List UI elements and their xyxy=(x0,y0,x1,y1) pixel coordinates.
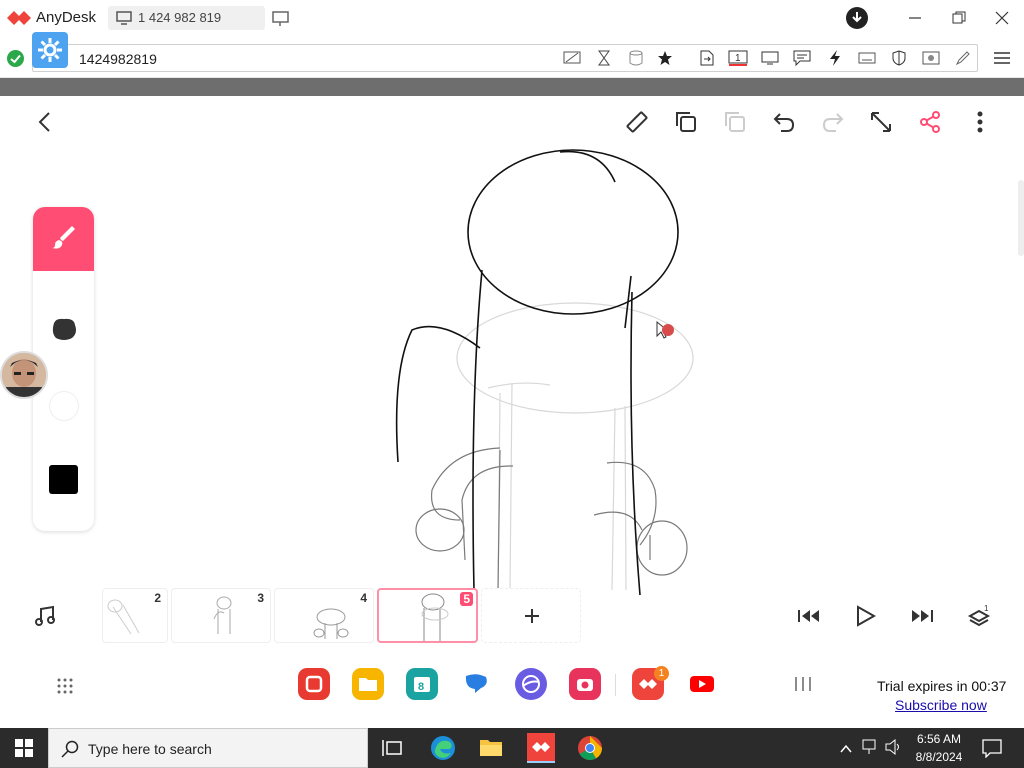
search-placeholder: Type here to search xyxy=(88,741,212,757)
brush-tool[interactable] xyxy=(33,207,94,271)
chrome-browser-icon[interactable] xyxy=(577,735,603,766)
app-drawer-icon[interactable] xyxy=(57,678,73,699)
frame-thumb-4[interactable]: 4 xyxy=(274,588,374,643)
eraser-icon[interactable] xyxy=(50,315,78,348)
star-icon[interactable] xyxy=(655,48,675,68)
add-frame-button[interactable] xyxy=(481,588,581,643)
side-scroll-handle[interactable] xyxy=(1018,180,1024,256)
keyboard-icon[interactable] xyxy=(857,48,877,68)
frame-thumb-2[interactable]: 2 xyxy=(102,588,168,643)
trial-text: Trial expires in 00:37 xyxy=(877,678,1007,694)
action-lightning-icon[interactable] xyxy=(825,48,845,68)
monitor-1-icon[interactable]: 1 xyxy=(728,48,748,68)
download-icon[interactable] xyxy=(846,7,868,34)
play-icon[interactable] xyxy=(851,602,879,630)
chat-icon[interactable] xyxy=(792,48,812,68)
anydesk-titlebar: AnyDesk 1 424 982 819 xyxy=(0,0,1024,36)
edge-browser-icon[interactable] xyxy=(430,735,456,766)
plus-icon xyxy=(524,608,540,629)
restore-icon[interactable] xyxy=(952,11,966,30)
display-icon[interactable] xyxy=(760,48,780,68)
internet-app-icon[interactable] xyxy=(515,668,547,700)
clock-time[interactable]: 6:56 AM xyxy=(908,732,970,746)
previous-frame-layer xyxy=(415,447,688,591)
skip-end-icon[interactable] xyxy=(908,602,936,630)
minimize-icon[interactable] xyxy=(908,10,922,29)
network-icon[interactable] xyxy=(862,739,880,760)
dock-divider xyxy=(615,674,616,696)
trial-notice: Trial expires in 00:37 Subscribe now xyxy=(873,676,1016,718)
camera-app-icon[interactable] xyxy=(569,668,601,700)
messages-app-icon[interactable] xyxy=(460,668,492,700)
youtube-app-icon[interactable] xyxy=(686,668,718,700)
calendar-app-icon[interactable]: 8 xyxy=(406,668,438,700)
layers-icon[interactable]: 1 xyxy=(965,602,993,630)
more-icon[interactable] xyxy=(966,108,994,136)
file-transfer-icon[interactable] xyxy=(697,48,717,68)
brush-size-indicator[interactable] xyxy=(49,391,79,421)
skip-start-icon[interactable] xyxy=(795,602,823,630)
record-icon[interactable] xyxy=(921,48,941,68)
task-view-icon[interactable] xyxy=(382,738,402,763)
close-icon[interactable] xyxy=(995,11,1009,30)
drawing-canvas[interactable] xyxy=(90,100,970,600)
music-icon[interactable] xyxy=(31,602,59,630)
hourglass-icon[interactable] xyxy=(594,48,614,68)
frame-number: 3 xyxy=(257,591,264,605)
files-app-icon[interactable] xyxy=(352,668,384,700)
taskbar-anydesk-icon[interactable] xyxy=(527,733,555,763)
app-name: AnyDesk xyxy=(36,9,97,26)
notification-badge: 1 xyxy=(654,666,669,681)
frame-thumb-3[interactable]: 3 xyxy=(171,588,271,643)
frame-number: 2 xyxy=(154,591,161,605)
session-id-text: 1424982819 xyxy=(79,51,157,67)
new-session-icon[interactable] xyxy=(272,11,290,32)
remote-cursor-icon xyxy=(655,320,677,347)
android-dock xyxy=(0,660,1024,712)
file-explorer-icon[interactable] xyxy=(479,737,503,762)
connected-check-icon xyxy=(7,50,24,72)
brush-icon xyxy=(50,223,78,256)
session-tab[interactable]: 1 424 982 819 xyxy=(108,6,265,30)
anydesk-logo-icon xyxy=(7,9,31,32)
frame-number: 5 xyxy=(460,592,473,606)
remote-border xyxy=(0,78,1024,96)
notes-app-icon[interactable] xyxy=(298,668,330,700)
volume-icon[interactable] xyxy=(885,738,903,760)
permissions-shield-icon[interactable] xyxy=(889,48,909,68)
recents-icon[interactable] xyxy=(794,676,812,697)
taskbar-search-box[interactable]: Type here to search xyxy=(48,728,368,768)
current-frame-strokes xyxy=(395,149,679,596)
current-color-swatch[interactable] xyxy=(49,465,78,494)
svg-text:1: 1 xyxy=(735,53,741,64)
session-tab-label: 1 424 982 819 xyxy=(138,10,222,25)
privacy-icon[interactable] xyxy=(562,48,582,68)
windows-start-icon[interactable] xyxy=(15,739,33,762)
frame-thumb-5[interactable]: 5 xyxy=(377,588,478,643)
database-icon[interactable] xyxy=(626,48,646,68)
clock-date[interactable]: 8/8/2024 xyxy=(908,750,970,764)
search-icon xyxy=(61,740,79,763)
frame-number: 4 xyxy=(360,591,367,605)
back-icon[interactable] xyxy=(30,108,58,136)
avatar[interactable] xyxy=(0,351,48,399)
notifications-icon[interactable] xyxy=(982,738,1002,763)
svg-text:8: 8 xyxy=(418,681,424,693)
subscribe-link[interactable]: Subscribe now xyxy=(895,697,987,713)
svg-text:1: 1 xyxy=(984,604,989,613)
pen-icon[interactable] xyxy=(953,48,973,68)
settings-gear-icon[interactable] xyxy=(32,32,68,68)
tray-chevron-icon[interactable] xyxy=(840,741,852,759)
hamburger-menu-icon[interactable] xyxy=(992,48,1012,68)
monitor-icon xyxy=(116,11,132,28)
